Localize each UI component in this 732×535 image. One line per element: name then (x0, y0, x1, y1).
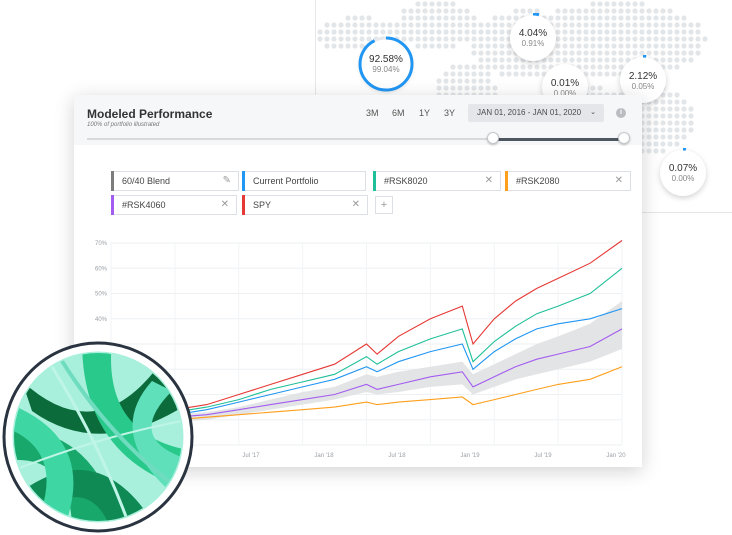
portfolio-chip[interactable]: #RSK4060 ✕ (111, 195, 237, 215)
close-icon[interactable]: ✕ (352, 196, 360, 214)
portfolio-chip[interactable]: #RSK8020 ✕ (373, 171, 501, 191)
x-tick-label: Jan '19 (460, 453, 480, 459)
close-icon[interactable]: ✕ (615, 172, 623, 190)
bubble-primary-value: 0.01% (550, 78, 580, 89)
range-3y-button[interactable]: 3Y (444, 108, 455, 118)
x-tick-label: Jul '19 (534, 453, 552, 459)
chip-label: #RSK2080 (516, 176, 560, 186)
range-3m-button[interactable]: 3M (366, 108, 379, 118)
bubble-progress-ring (658, 148, 708, 198)
close-icon[interactable]: ✕ (221, 196, 229, 214)
portfolio-chip[interactable]: 60/40 Blend ✎ (111, 171, 239, 191)
chip-label: 60/40 Blend (122, 176, 171, 186)
portfolio-chip[interactable]: Current Portfolio (242, 171, 366, 191)
info-icon[interactable]: i (616, 108, 626, 118)
card-subtitle: 100% of portfolio illustrated (87, 122, 160, 128)
chip-color-bar (505, 171, 508, 191)
chip-color-bar (111, 171, 114, 191)
chip-color-bar (242, 195, 245, 215)
bubble-progress-ring (358, 36, 414, 92)
chip-label: #RSK8020 (384, 176, 428, 186)
chip-label: #RSK4060 (122, 200, 166, 210)
portfolio-chip[interactable]: SPY ✕ (242, 195, 368, 215)
y-tick-label: 50% (95, 292, 108, 298)
add-portfolio-button[interactable]: + (375, 196, 393, 214)
x-tick-label: Jan '18 (314, 453, 334, 459)
chip-color-bar (111, 195, 114, 215)
portfolio-chip[interactable]: #RSK2080 ✕ (505, 171, 631, 191)
x-tick-label: Jul '17 (242, 453, 260, 459)
card-title: Modeled Performance (87, 107, 213, 121)
bubble-progress-ring (508, 13, 558, 63)
x-tick-label: Jul '18 (388, 453, 406, 459)
slider-end-handle[interactable] (618, 132, 630, 144)
chord-diagram-illustration (2, 341, 194, 533)
range-6m-button[interactable]: 6M (392, 108, 405, 118)
date-range-dropdown[interactable]: JAN 01, 2016 - JAN 01, 2020 ⌄ (468, 104, 604, 122)
y-tick-label: 60% (95, 266, 108, 272)
date-range-value: JAN 01, 2016 - JAN 01, 2020 (477, 108, 582, 117)
chip-color-bar (242, 171, 245, 191)
chip-label: Current Portfolio (253, 176, 319, 186)
chip-label: SPY (253, 200, 272, 210)
x-tick-label: Jan '20 (606, 453, 626, 459)
date-slider-selection (493, 138, 625, 141)
y-tick-label: 70% (95, 241, 108, 247)
range-1y-button[interactable]: 1Y (419, 108, 430, 118)
edit-icon[interactable]: ✎ (223, 172, 231, 190)
y-tick-label: 40% (95, 317, 108, 323)
chip-color-bar (373, 171, 376, 191)
close-icon[interactable]: ✕ (485, 172, 493, 190)
chevron-down-icon: ⌄ (590, 109, 596, 116)
